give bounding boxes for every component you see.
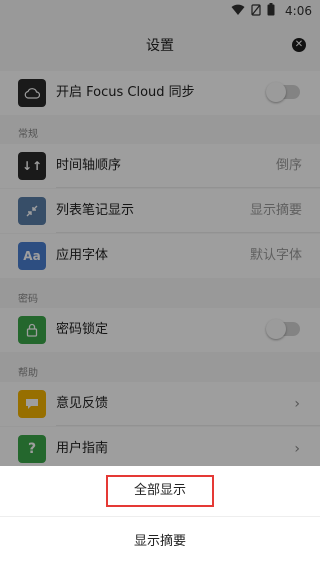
bottom-sheet: 全部显示 显示摘要 — [0, 466, 320, 566]
selection-highlight — [106, 475, 214, 507]
modal-backdrop[interactable] — [0, 0, 320, 466]
option-show-summary[interactable]: 显示摘要 — [0, 517, 320, 566]
settings-screen: 4:06 设置 ✕ 开启 Focus Cloud 同步 常规 ↓↑ 时间轴顺序 … — [0, 0, 320, 566]
